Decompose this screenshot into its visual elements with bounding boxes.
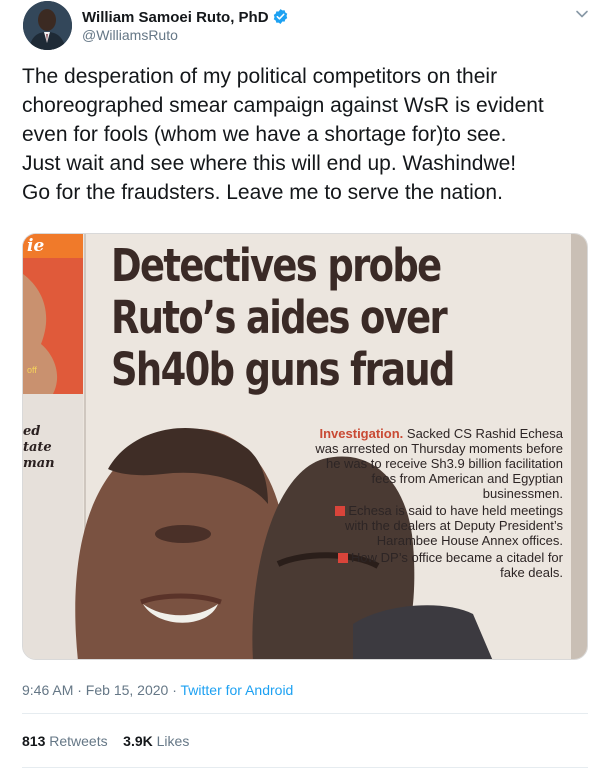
avatar[interactable]	[23, 1, 72, 50]
headline-line: Sh40b guns fraud	[111, 343, 455, 396]
divider	[22, 767, 588, 768]
tweet-stats: 813 Retweets 3.9K Likes	[22, 733, 189, 749]
tweet: William Samoei Ruto, PhD @WilliamsRuto T…	[0, 0, 613, 772]
side-snippet: tate	[23, 440, 52, 455]
tweet-timestamp[interactable]: 9:46 AM · Feb 15, 2020 ·	[22, 682, 181, 698]
author-name-text: William Samoei Ruto, PhD	[82, 9, 269, 26]
likes-count: 3.9K	[123, 733, 153, 749]
headline-line: Detectives probe	[111, 239, 442, 292]
tweet-text: The desperation of my political competit…	[22, 62, 602, 207]
headline-line: Ruto’s aides over	[111, 291, 448, 344]
tweet-text-line: The desperation of my political competit…	[22, 65, 498, 88]
retweets-count: 813	[22, 733, 46, 749]
story-kicker: Investigation.	[319, 426, 404, 441]
side-snippet: ed	[23, 424, 41, 439]
story-bullet-1: Echesa is said to have held meetings wit…	[345, 503, 563, 548]
corner-label-2: off	[27, 365, 37, 375]
side-snippets: ed tate man	[23, 424, 73, 472]
story-bullet-2: How DP’s office became a citadel for fak…	[351, 550, 563, 580]
avatar-photo	[23, 1, 72, 50]
tweet-photo[interactable]: Detectives probe Ruto’s aides over Sh40b…	[22, 233, 588, 660]
red-square-icon	[335, 506, 346, 516]
divider	[22, 713, 588, 714]
newspaper-story: Investigation. Sacked CS Rashid Echesa w…	[313, 426, 563, 582]
author-name[interactable]: William Samoei Ruto, PhD	[82, 8, 289, 26]
corner-label: ie	[27, 236, 45, 256]
story-lead-paragraph: Investigation. Sacked CS Rashid Echesa w…	[313, 426, 563, 501]
tweet-text-line: choreographed smear campaign against WsR…	[22, 94, 544, 117]
side-snippet: man	[23, 456, 55, 471]
story-bullet-paragraph: Echesa is said to have held meetings wit…	[313, 503, 563, 548]
likes-stat[interactable]: 3.9K Likes	[123, 733, 189, 749]
tweet-meta: 9:46 AM · Feb 15, 2020 · Twitter for And…	[22, 682, 293, 698]
story-bullet-paragraph: How DP’s office became a citadel for fak…	[313, 550, 563, 580]
retweets-stat[interactable]: 813 Retweets	[22, 733, 108, 749]
likes-label: Likes	[152, 733, 190, 749]
tweet-text-line: Go for the fraudsters. Leave me to serve…	[22, 181, 503, 204]
chevron-down-icon[interactable]	[574, 6, 590, 22]
tweet-text-line: even for fools (whom we have a shortage …	[22, 123, 507, 146]
verified-badge-icon	[273, 9, 287, 24]
red-square-icon	[338, 553, 349, 563]
tweet-text-line: Just wait and see where this will end up…	[22, 152, 517, 175]
newspaper-headline: Detectives probe Ruto’s aides over Sh40b…	[111, 240, 488, 396]
tweet-source-link[interactable]: Twitter for Android	[181, 682, 294, 698]
author-handle[interactable]: @WilliamsRuto	[82, 27, 178, 43]
retweets-label: Retweets	[45, 733, 108, 749]
